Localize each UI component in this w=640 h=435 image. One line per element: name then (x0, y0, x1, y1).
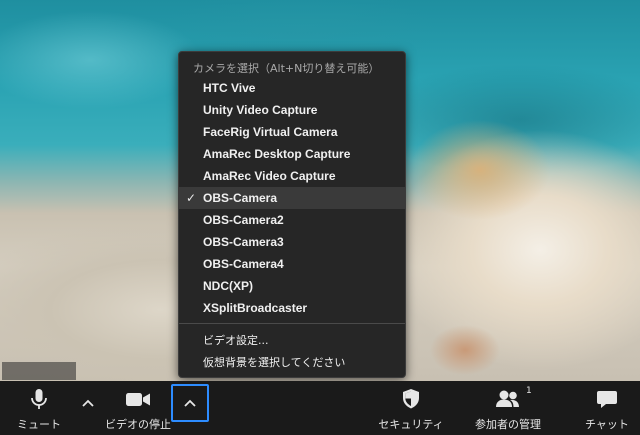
chat-label: チャット (585, 418, 629, 431)
camera-option-label: OBS-Camera4 (203, 257, 284, 271)
camera-menu-footer: ビデオ設定... 仮想背景を選択してください (179, 330, 405, 374)
chevron-up-icon (82, 399, 94, 407)
video-cat-patch (400, 110, 560, 230)
camera-option[interactable]: Unity Video Capture (179, 99, 405, 121)
video-options-button[interactable] (171, 384, 209, 422)
camera-option-label: HTC Vive (203, 81, 256, 95)
chat-bubble-icon (597, 391, 617, 408)
camera-option-label: XSplitBroadcaster (203, 301, 308, 315)
menu-divider (179, 323, 405, 324)
participant-name-plate (2, 362, 76, 380)
camera-option[interactable]: AmaRec Desktop Capture (179, 143, 405, 165)
camera-option-label: OBS-Camera (203, 191, 278, 205)
camera-option[interactable]: ✓ OBS-Camera (179, 187, 405, 209)
mute-button[interactable]: ミュート (6, 381, 72, 435)
camera-option-label: AmaRec Desktop Capture (203, 147, 351, 161)
participants-label: 参加者の管理 (475, 418, 541, 431)
shield-icon (403, 389, 419, 409)
camera-option[interactable]: XSplitBroadcaster (179, 297, 405, 319)
mute-label: ミュート (17, 418, 61, 431)
participants-count-badge: 1 (526, 386, 532, 396)
stop-video-button[interactable]: ビデオの停止 (100, 381, 176, 435)
stop-video-label: ビデオの停止 (105, 418, 171, 431)
checkmark-icon: ✓ (186, 191, 197, 205)
camera-option[interactable]: OBS-Camera3 (179, 231, 405, 253)
camera-option-label: Unity Video Capture (203, 103, 318, 117)
chat-button[interactable]: チャット (578, 381, 636, 435)
camera-option[interactable]: NDC(XP) (179, 275, 405, 297)
camera-option[interactable]: HTC Vive (179, 77, 405, 99)
camera-option-label: FaceRig Virtual Camera (203, 125, 338, 139)
meeting-toolbar: ミュート ビデオの停止 セキュリティ 参加者の管理 1 チャット (0, 381, 640, 435)
camera-option[interactable]: OBS-Camera4 (179, 253, 405, 275)
participants-icon (496, 390, 519, 407)
video-settings-item[interactable]: ビデオ設定... (179, 330, 405, 352)
camera-list: HTC Vive Unity Video Capture FaceRig Virtu… (179, 77, 405, 319)
camera-option-label: AmaRec Video Capture (203, 169, 336, 183)
camera-menu-header: カメラを選択（Alt+N切り替え可能） (193, 62, 380, 75)
camera-option[interactable]: FaceRig Virtual Camera (179, 121, 405, 143)
microphone-icon (31, 389, 47, 409)
video-camera-icon (126, 393, 150, 406)
virtual-background-item[interactable]: 仮想背景を選択してください (179, 352, 405, 374)
security-label: セキュリティ (378, 418, 444, 431)
video-cat-paw (420, 320, 510, 380)
security-button[interactable]: セキュリティ (376, 381, 446, 435)
camera-option-label: OBS-Camera3 (203, 235, 284, 249)
camera-option-label: OBS-Camera2 (203, 213, 284, 227)
chevron-up-icon (184, 399, 196, 407)
camera-select-menu: カメラを選択（Alt+N切り替え可能） HTC Vive Unity Video … (178, 51, 406, 378)
camera-option[interactable]: AmaRec Video Capture (179, 165, 405, 187)
camera-option[interactable]: OBS-Camera2 (179, 209, 405, 231)
camera-option-label: NDC(XP) (203, 279, 253, 293)
participants-button[interactable]: 参加者の管理 (463, 381, 553, 435)
